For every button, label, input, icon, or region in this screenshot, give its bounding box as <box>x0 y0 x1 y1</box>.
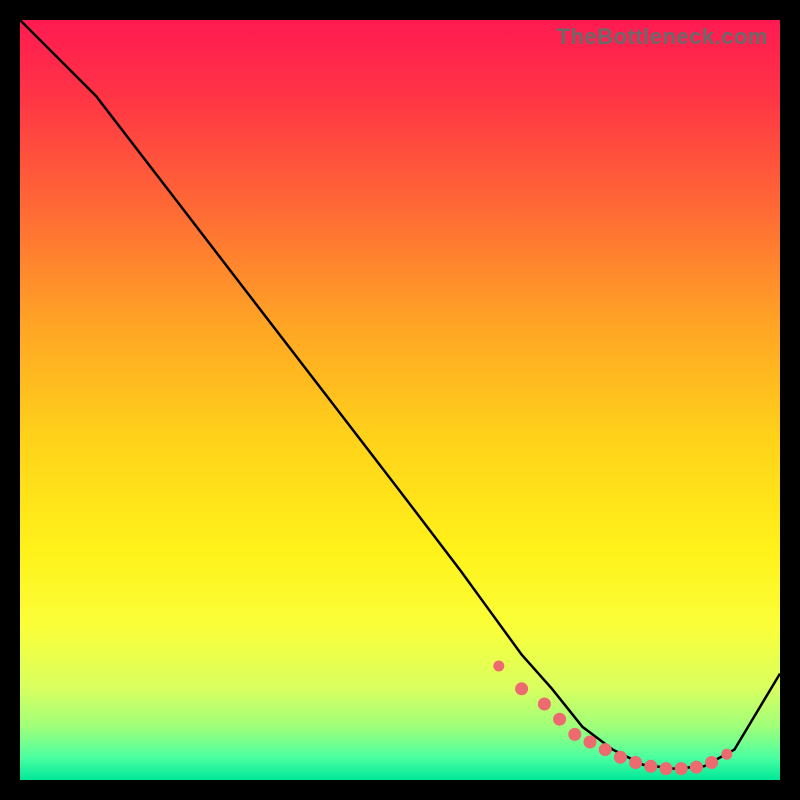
marker-group <box>493 661 732 776</box>
chart-frame: TheBottleneck.com <box>0 0 800 800</box>
marker-dot <box>584 736 597 749</box>
marker-dot <box>660 762 673 775</box>
marker-dot <box>515 682 528 695</box>
marker-dot <box>705 756 718 769</box>
marker-dot <box>538 698 551 711</box>
marker-dot <box>629 756 642 769</box>
marker-dot <box>553 713 566 726</box>
marker-dot <box>493 661 504 672</box>
marker-dot <box>721 749 732 760</box>
marker-dot <box>644 760 657 773</box>
marker-dot <box>568 728 581 741</box>
marker-dot <box>599 743 612 756</box>
watermark-text: TheBottleneck.com <box>557 24 768 50</box>
marker-dot <box>690 761 703 774</box>
plot-area: TheBottleneck.com <box>20 20 780 780</box>
marker-dot <box>675 762 688 775</box>
bottleneck-curve <box>20 20 780 769</box>
curve-svg <box>20 20 780 780</box>
marker-dot <box>614 751 627 764</box>
